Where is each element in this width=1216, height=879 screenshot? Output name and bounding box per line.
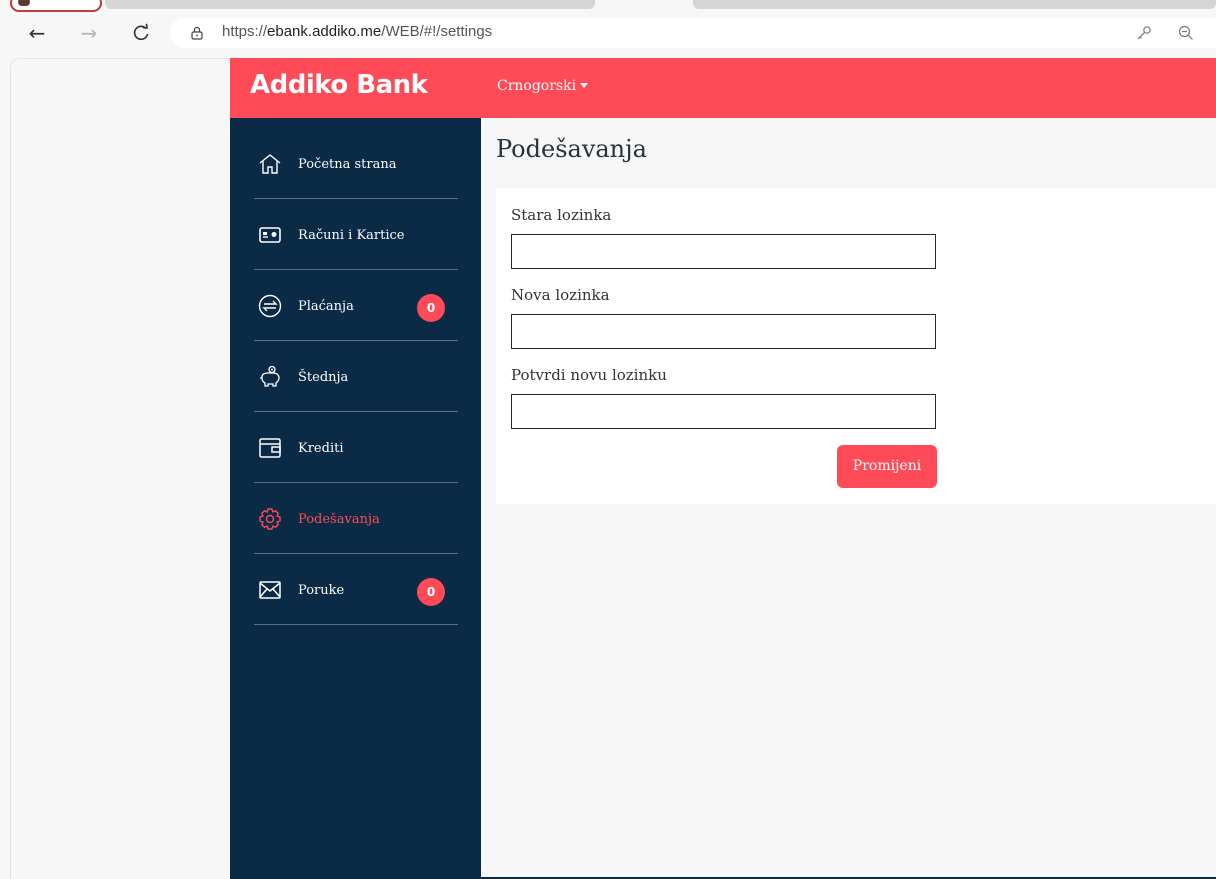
lock-icon[interactable] xyxy=(190,26,204,40)
url-text: https://ebank.addiko.me/WEB/#!/settings xyxy=(222,23,493,40)
payments-count-badge: 0 xyxy=(417,294,445,322)
zoom-out-icon[interactable] xyxy=(1178,25,1194,41)
reload-icon[interactable] xyxy=(130,22,152,44)
new-password-input[interactable] xyxy=(511,314,936,349)
messages-count-badge: 0 xyxy=(417,578,445,606)
envelope-icon xyxy=(259,581,281,599)
language-label: Crnogorski xyxy=(497,78,577,94)
browser-tab-active[interactable] xyxy=(10,0,102,12)
sidebar-item-settings[interactable]: Podešavanja xyxy=(254,483,458,554)
change-password-button[interactable]: Promijeni xyxy=(837,445,937,488)
address-bar[interactable]: https://ebank.addiko.me/WEB/#!/settings xyxy=(170,18,1216,48)
home-icon xyxy=(259,154,281,174)
gear-icon xyxy=(259,508,281,530)
sidebar-item-accounts[interactable]: Računi i Kartice xyxy=(254,199,458,270)
sidebar-item-label: Početna strana xyxy=(298,157,397,172)
caret-down-icon xyxy=(580,83,589,88)
bank-logo[interactable]: Addiko Bank xyxy=(250,70,428,100)
language-dropdown[interactable]: Crnogorski xyxy=(497,78,589,94)
transfer-icon xyxy=(258,294,282,318)
new-password-label: Nova lozinka xyxy=(511,286,610,304)
sidebar-item-messages[interactable]: Poruke 0 xyxy=(254,554,458,625)
back-icon[interactable]: ← xyxy=(26,22,48,44)
sidebar-item-payments[interactable]: Plaćanja 0 xyxy=(254,270,458,341)
sidebar-item-loans[interactable]: Krediti xyxy=(254,412,458,483)
app-header: Addiko Bank Crnogorski xyxy=(230,58,1216,118)
browser-toolbar: ← → https://ebank.addiko.me/WEB/#!/setti… xyxy=(0,12,1216,54)
forward-icon[interactable]: → xyxy=(78,22,100,44)
card-icon xyxy=(259,227,281,243)
old-password-label: Stara lozinka xyxy=(511,206,612,224)
old-password-input[interactable] xyxy=(511,234,936,269)
change-password-form: Stara lozinka Nova lozinka Potvrdi novu … xyxy=(496,188,1216,504)
wallet-icon xyxy=(259,438,281,458)
sidebar-item-label: Poruke xyxy=(298,583,345,598)
confirm-password-label: Potvrdi novu lozinku xyxy=(511,366,667,384)
sidebar-item-label: Štednja xyxy=(298,370,349,385)
sidebar: Početna strana Računi i Kartice Plaćanja… xyxy=(230,118,481,879)
browser-tabstrip xyxy=(0,0,1216,12)
key-icon[interactable] xyxy=(1136,25,1152,41)
piggy-bank-icon xyxy=(260,365,280,387)
browser-tab[interactable] xyxy=(105,0,595,9)
sidebar-item-label: Podešavanja xyxy=(298,512,380,527)
sidebar-item-home[interactable]: Početna strana xyxy=(254,128,458,199)
sidebar-item-label: Plaćanja xyxy=(298,299,354,314)
sidebar-item-savings[interactable]: Štednja xyxy=(254,341,458,412)
browser-tab[interactable] xyxy=(693,0,1216,9)
sidebar-item-label: Krediti xyxy=(298,441,344,456)
page-title: Podešavanja xyxy=(496,135,647,163)
confirm-password-input[interactable] xyxy=(511,394,936,429)
sidebar-item-label: Računi i Kartice xyxy=(298,228,405,243)
